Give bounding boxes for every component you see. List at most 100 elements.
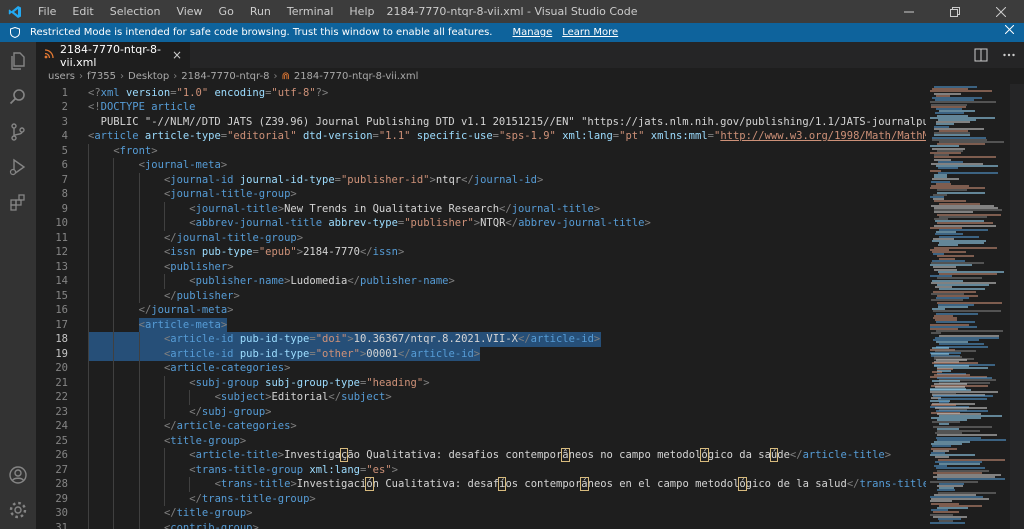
token-tag: subject <box>220 391 266 403</box>
code-line[interactable]: 19 <article-id pub-id-type="other">00001<… <box>36 346 926 361</box>
token-tag: DOCTYPE article <box>100 101 196 113</box>
close-tab-icon[interactable]: × <box>172 48 182 62</box>
minimap-line <box>930 522 965 525</box>
token-tag: journal-title <box>195 202 278 215</box>
token-tag: subj-group <box>201 405 266 418</box>
explorer-icon[interactable] <box>0 44 36 78</box>
menu-terminal[interactable]: Terminal <box>279 0 342 23</box>
breadcrumb-item[interactable]: users <box>48 71 75 82</box>
menu-edit[interactable]: Edit <box>64 0 101 23</box>
code-line[interactable]: 29 </trans-title-group> <box>36 491 926 506</box>
indent-guide <box>88 404 89 419</box>
split-editor-icon[interactable] <box>974 47 988 66</box>
breadcrumb-item[interactable]: Desktop <box>128 71 169 82</box>
settings-gear-icon[interactable] <box>0 493 36 527</box>
tab-xml-file[interactable]: 2184-7770-ntqr-8-vii.xml × <box>36 42 190 69</box>
code-line[interactable]: 16 </journal-meta> <box>36 303 926 318</box>
account-icon[interactable] <box>0 458 36 492</box>
code-line[interactable]: 3 PUBLIC "-//NLM//DTD JATS (Z39.96) Jour… <box>36 115 926 130</box>
code-line[interactable]: 10 <abbrev-journal-title abbrev-type="pub… <box>36 216 926 231</box>
token-tag: abbrev-journal-title <box>518 217 645 229</box>
code-line[interactable]: 21 <subj-group subj-group-type="heading"> <box>36 375 926 390</box>
menu-help[interactable]: Help <box>341 0 382 23</box>
code-line[interactable]: 4 <article article-type="editorial" dtd-v… <box>36 129 926 144</box>
code-line[interactable]: 22 <subject>Editorial</subject> <box>36 390 926 405</box>
menu-file[interactable]: File <box>30 0 64 23</box>
token-punc: > <box>239 434 247 447</box>
code-line[interactable]: 11 </journal-title-group> <box>36 230 926 245</box>
code-line[interactable]: 14 <publisher-name>Ludomedia</publisher-n… <box>36 274 926 289</box>
token-text: 2184-7770 <box>303 246 360 258</box>
code-line[interactable]: 25 <title-group> <box>36 433 926 448</box>
restore-icon[interactable] <box>932 0 978 23</box>
token-str: "heading" <box>366 376 424 389</box>
indent-guide <box>88 491 89 506</box>
run-debug-icon[interactable] <box>0 150 36 184</box>
token-punc: </ <box>397 347 411 360</box>
token-punc: > <box>284 362 291 374</box>
code-line[interactable]: 5 <front> <box>36 143 926 159</box>
close-window-icon[interactable] <box>978 0 1024 23</box>
more-actions-icon[interactable] <box>1002 47 1016 66</box>
token-tag: title-group <box>176 507 247 519</box>
code-line[interactable]: 7 <journal-id journal-id-type="publisher-… <box>36 172 926 187</box>
line-number: 21 <box>55 376 68 389</box>
token-tag: journal-title-group <box>176 231 297 244</box>
line-number: 30 <box>55 507 68 519</box>
code-line[interactable]: 24 </article-categories> <box>36 419 926 434</box>
code-line[interactable]: 15 </publisher> <box>36 288 926 303</box>
source-control-icon[interactable] <box>0 115 36 149</box>
code-editor[interactable]: 1 <?xml version="1.0" encoding="utf-8"?> 2… <box>36 84 926 529</box>
line-number: 27 <box>55 463 68 476</box>
indent-guide <box>138 346 140 361</box>
code-line[interactable]: 2 <!DOCTYPE article <box>36 100 926 115</box>
indent-guide <box>163 491 165 506</box>
extensions-icon[interactable] <box>0 185 36 219</box>
line-number: 11 <box>55 231 68 244</box>
code-line[interactable]: 1 <?xml version="1.0" encoding="utf-8"?> <box>36 86 926 101</box>
menu-view[interactable]: View <box>168 0 210 23</box>
restricted-mode-banner: Restricted Mode is intended for safe cod… <box>0 23 1024 42</box>
vertical-scrollbar[interactable] <box>1010 84 1024 529</box>
code-line[interactable]: 20 <article-categories> <box>36 361 926 376</box>
code-line[interactable]: 8 <journal-title-group> <box>36 187 926 202</box>
manage-link[interactable]: Manage <box>513 27 553 38</box>
token-punc: > <box>593 333 601 345</box>
minimap[interactable] <box>926 84 1024 529</box>
token-text: ão Qualitativa: desafios contempor <box>347 449 563 461</box>
activity-bar <box>0 42 36 529</box>
token-punc: > <box>884 449 892 461</box>
code-line[interactable]: 26 <article-title>Investigação Qualitativ… <box>36 448 926 463</box>
code-line[interactable]: 13 <publisher> <box>36 259 926 274</box>
code-line[interactable]: 17 <article-meta> <box>36 317 926 332</box>
code-line[interactable]: 23 </subj-group> <box>36 404 926 419</box>
learn-more-link[interactable]: Learn More <box>562 27 618 38</box>
code-line[interactable]: 9 <journal-title>New Trends in Qualitativ… <box>36 201 926 216</box>
code-line[interactable]: 31 <contrib-group> <box>36 520 926 529</box>
token-tag: contrib-group <box>170 521 253 529</box>
breadcrumb-item[interactable]: 2184-7770-ntqr-8-vii.xml <box>294 71 419 82</box>
code-line[interactable]: 12 <issn pub-type="epub">2184-7770</issn> <box>36 245 926 260</box>
code-line[interactable]: 27 <trans-title-group xml:lang="es"> <box>36 462 926 477</box>
token-punc: > <box>233 289 240 302</box>
search-icon[interactable] <box>0 80 36 114</box>
code-line[interactable]: 30 </title-group> <box>36 506 926 521</box>
menu-go[interactable]: Go <box>211 0 242 23</box>
code-text: <!DOCTYPE article <box>88 100 195 115</box>
close-banner-icon[interactable] <box>1004 24 1015 37</box>
code-line[interactable]: 28 <trans-title>Investigación Cualitativa… <box>36 477 926 492</box>
indent-guide <box>138 520 140 529</box>
minimize-icon[interactable] <box>886 0 932 23</box>
token-punc: <! <box>88 101 101 113</box>
token-text: New Trends in Qualitative Research <box>284 202 500 215</box>
breadcrumb-item[interactable]: f7355 <box>87 71 116 82</box>
menu-run[interactable]: Run <box>242 0 279 23</box>
indent-guide <box>113 375 115 390</box>
menu-selection[interactable]: Selection <box>102 0 169 23</box>
token-punc: > <box>227 304 234 316</box>
token-text: NTQR <box>480 217 506 229</box>
code-line[interactable]: 6 <journal-meta> <box>36 158 926 173</box>
code-line[interactable]: 18 <article-id pub-id-type="doi">10.36367… <box>36 332 926 347</box>
code-text: <front> <box>113 144 157 159</box>
breadcrumb-item[interactable]: 2184-7770-ntqr-8 <box>181 71 269 82</box>
